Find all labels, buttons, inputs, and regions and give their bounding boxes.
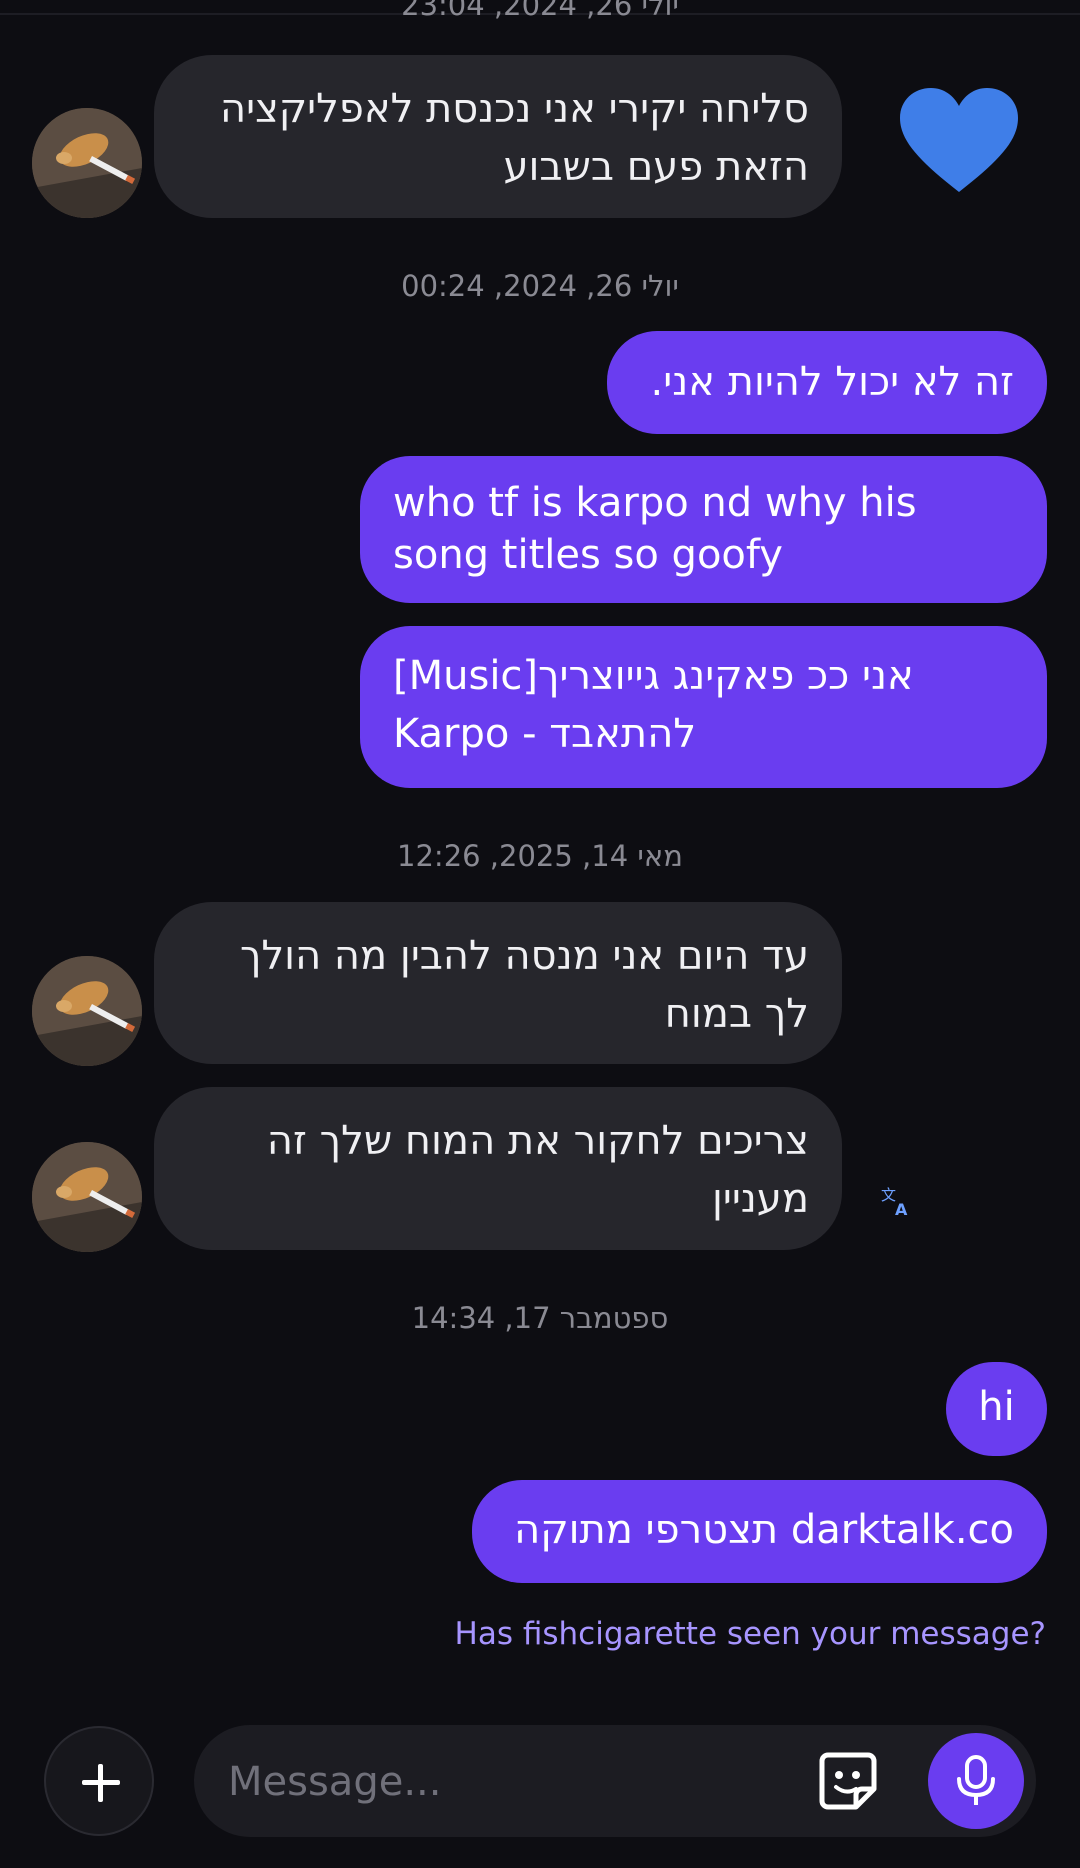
- fish-image: [32, 956, 142, 1066]
- contact-avatar[interactable]: [32, 108, 142, 218]
- sticker-icon[interactable]: [818, 1751, 878, 1811]
- timestamp-clipped: יולי 26, 2024, 23:04: [401, 0, 679, 22]
- add-attachment-button[interactable]: [44, 1726, 154, 1836]
- svg-text:A: A: [895, 1200, 908, 1217]
- translate-icon[interactable]: 文 A: [880, 1185, 912, 1217]
- blue-heart-icon[interactable]: [898, 86, 1020, 196]
- voice-message-button[interactable]: [928, 1733, 1024, 1829]
- microphone-icon: [957, 1755, 995, 1805]
- fish-image: [32, 1142, 142, 1252]
- message-incoming[interactable]: צריכים לחקור את המוח שלך זה מעניין: [154, 1087, 842, 1250]
- plus-icon: [82, 1764, 120, 1802]
- seen-status-prompt[interactable]: Has fishcigarette seen your message?: [455, 1614, 1046, 1654]
- message-outgoing[interactable]: אני ככ פאקינג גייוצריך[Music] להתאבד - K…: [360, 626, 1047, 788]
- message-incoming[interactable]: סליחה יקירי אני נכנסת לאפליקציה הזאת פעם…: [154, 55, 842, 218]
- message-outgoing[interactable]: darktalk.co תצטרפי מתוקה: [472, 1480, 1047, 1583]
- contact-avatar[interactable]: [32, 1142, 142, 1252]
- message-outgoing[interactable]: hi: [946, 1362, 1047, 1456]
- message-input[interactable]: [226, 1747, 790, 1817]
- contact-avatar[interactable]: [32, 956, 142, 1066]
- timestamp: ספטמבר 17, 14:34: [411, 1301, 669, 1335]
- timestamp: יולי 26, 2024, 00:24: [401, 269, 679, 303]
- fish-image: [32, 108, 142, 218]
- message-line: אני ככ פאקינג גייוצריך[Music]: [393, 653, 914, 699]
- svg-text:文: 文: [881, 1186, 896, 1204]
- message-line: להתאבד - Karpo: [393, 711, 697, 757]
- timestamp: מאי 14, 2025, 12:26: [397, 839, 683, 873]
- message-outgoing[interactable]: זה לא יכול להיות אני.: [607, 331, 1047, 434]
- message-composer: [194, 1725, 1036, 1837]
- message-outgoing[interactable]: who tf is karpo nd why his song titles s…: [360, 456, 1047, 603]
- message-incoming[interactable]: עד היום אני מנסה להבין מה הולך לך במוח: [154, 902, 842, 1064]
